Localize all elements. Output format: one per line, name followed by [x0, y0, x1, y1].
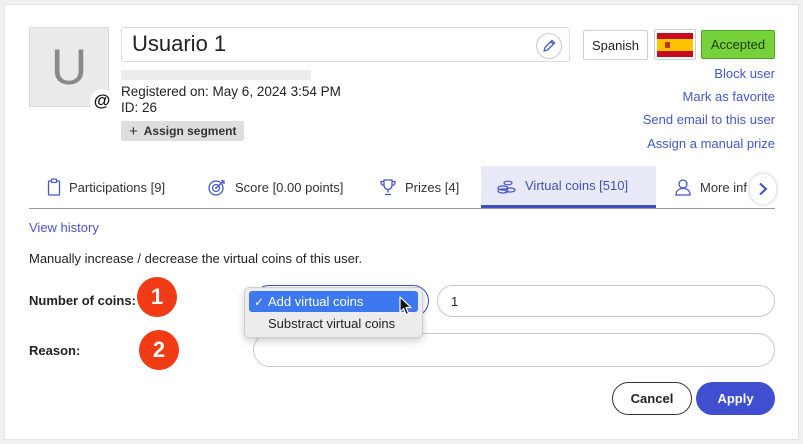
coins-quantity-input[interactable]: 1 — [437, 285, 775, 317]
tab-participations[interactable]: Participations [9] — [47, 166, 165, 208]
language-button[interactable]: Spanish — [583, 30, 648, 60]
flag-button[interactable] — [654, 29, 696, 60]
coins-description: Manually increase / decrease the virtual… — [29, 251, 363, 266]
coins-label: Number of coins: — [29, 293, 136, 308]
user-icon — [675, 179, 691, 196]
status-badge[interactable]: Accepted — [701, 30, 775, 59]
user-id: ID: 26 — [121, 100, 158, 115]
trophy-icon — [380, 179, 396, 196]
at-icon: @ — [90, 89, 114, 113]
reason-label: Reason: — [29, 343, 81, 358]
clipboard-icon — [47, 178, 61, 196]
coins-icon — [497, 180, 516, 194]
option-label: Add virtual coins — [268, 294, 364, 309]
edit-name-button[interactable] — [536, 33, 562, 59]
option-add-coins[interactable]: ✓ Add virtual coins — [249, 291, 418, 312]
tab-label: More inf — [700, 179, 747, 195]
avatar-letter: U — [50, 39, 88, 95]
tab-virtual-coins[interactable]: Virtual coins [510] — [481, 166, 656, 208]
mark-favorite-link[interactable]: Mark as favorite — [683, 89, 775, 104]
block-user-link[interactable]: Block user — [714, 66, 775, 81]
plus-icon: + — [129, 122, 138, 140]
pencil-icon — [543, 39, 556, 52]
registered-date: Registered on: May 6, 2024 3:54 PM — [121, 84, 341, 99]
send-email-link[interactable]: Send email to this user — [643, 112, 775, 127]
step-badge-2: 2 — [139, 330, 179, 370]
coins-action-dropdown: ✓ Add virtual coins Substract virtual co… — [244, 287, 423, 338]
tab-label: Participations [9] — [69, 179, 166, 195]
apply-button[interactable]: Apply — [696, 382, 775, 415]
option-subtract-coins[interactable]: Substract virtual coins — [249, 313, 418, 334]
mouse-pointer-icon — [399, 296, 412, 316]
assign-prize-link[interactable]: Assign a manual prize — [647, 136, 775, 151]
checkmark-icon: ✓ — [254, 294, 265, 309]
assign-segment-button[interactable]: + Assign segment — [121, 121, 244, 141]
tab-label: Score [0.00 points] — [235, 179, 344, 195]
tab-label: Prizes [4] — [405, 179, 460, 195]
tabs-scroll-right-button[interactable] — [750, 174, 776, 204]
user-name: Usuario 1 — [132, 31, 227, 56]
tab-prizes[interactable]: Prizes [4] — [379, 166, 459, 208]
chevron-right-icon — [759, 182, 768, 196]
step-badge-1: 1 — [137, 277, 177, 317]
cancel-button[interactable]: Cancel — [612, 382, 692, 415]
view-history-link[interactable]: View history — [29, 220, 99, 235]
tab-score[interactable]: Score [0.00 points] — [207, 166, 343, 208]
tab-bar: Participations [9] Score [0.00 points] P… — [29, 166, 775, 209]
redacted-email — [121, 70, 311, 80]
assign-segment-label: Assign segment — [143, 124, 237, 138]
spain-flag-icon — [657, 32, 693, 57]
reason-input[interactable] — [253, 333, 775, 367]
option-label: Substract virtual coins — [268, 316, 396, 331]
target-icon — [208, 179, 225, 196]
tab-label: Virtual coins [510] — [525, 178, 629, 193]
user-name-field[interactable]: Usuario 1 — [121, 27, 570, 62]
tab-more-info[interactable]: More inf — [674, 166, 747, 208]
